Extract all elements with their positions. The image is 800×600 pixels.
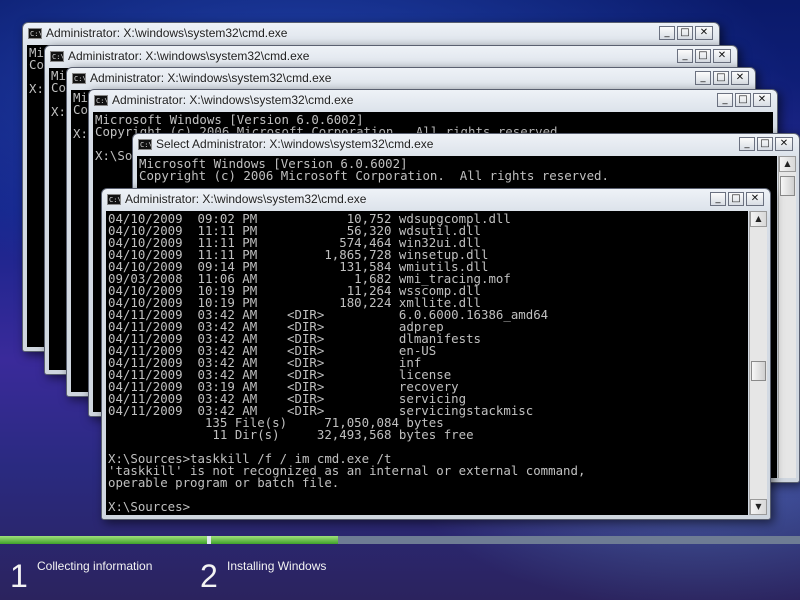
step-label: Collecting information	[37, 559, 153, 573]
close-button[interactable]: ✕	[753, 93, 771, 107]
setup-steps: 1 Collecting information 2 Installing Wi…	[0, 544, 800, 600]
window-title: Administrator: X:\windows\system32\cmd.e…	[125, 192, 367, 206]
setup-progress-bar	[0, 536, 800, 544]
maximize-button[interactable]: □	[728, 192, 744, 206]
scroll-up-icon[interactable]: ▲	[779, 156, 796, 172]
step-label: Installing Windows	[227, 559, 327, 573]
step-number: 2	[200, 558, 218, 594]
console-text: 04/10/2009 09:02 PM 10,752 wdsupgcompl.d…	[108, 211, 586, 514]
window-title: Select Administrator: X:\windows\system3…	[156, 137, 434, 151]
title-bar[interactable]: C:\ Administrator: X:\windows\system32\c…	[89, 90, 777, 110]
title-bar[interactable]: C:\ Administrator: X:\windows\system32\c…	[67, 68, 755, 88]
scroll-thumb[interactable]	[780, 176, 795, 196]
minimize-button[interactable]: _	[739, 137, 755, 151]
maximize-button[interactable]: □	[695, 49, 711, 63]
title-bar[interactable]: C:\ Administrator: X:\windows\system32\c…	[45, 46, 737, 66]
cmd-icon: C:\	[72, 72, 86, 84]
window-title: Administrator: X:\windows\system32\cmd.e…	[90, 71, 332, 85]
scroll-down-icon[interactable]: ▼	[750, 499, 767, 515]
cmd-window-active[interactable]: C:\ Administrator: X:\windows\system32\c…	[101, 188, 771, 520]
minimize-button[interactable]: _	[710, 192, 726, 206]
maximize-button[interactable]: □	[713, 71, 729, 85]
title-bar[interactable]: C:\ Select Administrator: X:\windows\sys…	[133, 134, 799, 154]
title-bar[interactable]: C:\ Administrator: X:\windows\system32\c…	[23, 23, 719, 43]
console-area[interactable]: 04/10/2009 09:02 PM 10,752 wdsupgcompl.d…	[106, 211, 748, 515]
cmd-icon: C:\	[94, 94, 108, 106]
close-button[interactable]: ✕	[746, 192, 764, 206]
minimize-button[interactable]: _	[677, 49, 693, 63]
progress-segment-installing	[211, 536, 338, 544]
cmd-icon: C:\	[50, 50, 64, 62]
window-title: Administrator: X:\windows\system32\cmd.e…	[68, 49, 310, 63]
cmd-icon: C:\	[28, 27, 42, 39]
minimize-button[interactable]: _	[695, 71, 711, 85]
minimize-button[interactable]: _	[659, 26, 675, 40]
close-button[interactable]: ✕	[695, 26, 713, 40]
window-title: Administrator: X:\windows\system32\cmd.e…	[46, 26, 288, 40]
maximize-button[interactable]: □	[735, 93, 751, 107]
cmd-icon: C:\	[138, 138, 152, 150]
vertical-scrollbar[interactable]: ▲ ▼	[749, 211, 767, 515]
close-button[interactable]: ✕	[731, 71, 749, 85]
vertical-scrollbar[interactable]: ▲	[778, 156, 796, 478]
maximize-button[interactable]: □	[757, 137, 773, 151]
step-number: 1	[10, 558, 28, 594]
minimize-button[interactable]: _	[717, 93, 733, 107]
title-bar[interactable]: C:\ Administrator: X:\windows\system32\c…	[102, 189, 770, 209]
console-text: Microsoft Windows [Version 6.0.6002] Cop…	[139, 156, 609, 183]
scroll-thumb[interactable]	[751, 361, 766, 381]
close-button[interactable]: ✕	[713, 49, 731, 63]
scroll-up-icon[interactable]: ▲	[750, 211, 767, 227]
progress-segment-collecting	[0, 536, 207, 544]
cmd-icon: C:\	[107, 193, 121, 205]
maximize-button[interactable]: □	[677, 26, 693, 40]
close-button[interactable]: ✕	[775, 137, 793, 151]
window-title: Administrator: X:\windows\system32\cmd.e…	[112, 93, 354, 107]
